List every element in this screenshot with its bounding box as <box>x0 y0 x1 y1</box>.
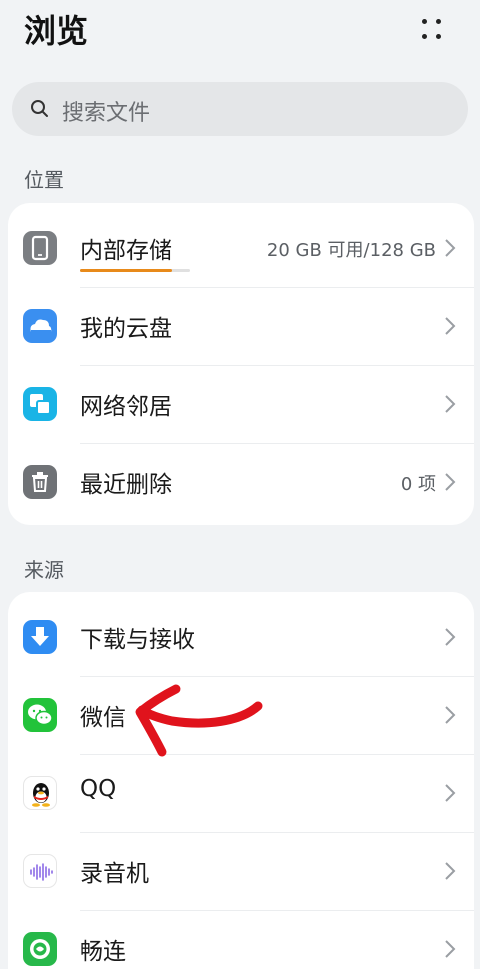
list-item-changlian[interactable]: 畅连 <box>8 910 474 969</box>
recorder-icon <box>23 854 57 888</box>
chevron-right-icon <box>445 628 456 646</box>
item-label: QQ <box>80 776 117 802</box>
chevron-right-icon <box>445 395 456 413</box>
section-label-location: 位置 <box>24 168 64 192</box>
location-card: 内部存储 20 GB 可用/128 GB 我的云盘 网络邻居 最近删除 0 项 <box>8 203 474 525</box>
chevron-right-icon <box>445 317 456 335</box>
page-title: 浏览 <box>24 12 89 50</box>
list-item-network-neighbor[interactable]: 网络邻居 <box>8 365 474 443</box>
item-label: 网络邻居 <box>80 394 172 420</box>
storage-progress-bar <box>80 269 190 272</box>
list-item-recently-deleted[interactable]: 最近删除 0 项 <box>8 443 474 521</box>
search-icon <box>31 100 48 117</box>
phone-storage-icon <box>23 231 57 265</box>
list-item-qq[interactable]: QQ <box>8 754 474 832</box>
storage-progress-fill <box>80 269 173 272</box>
section-label-sources: 来源 <box>24 558 64 582</box>
item-label: 下载与接收 <box>80 627 195 653</box>
search-input[interactable]: 搜索文件 <box>12 82 468 136</box>
item-label: 畅连 <box>80 939 126 965</box>
wechat-icon <box>23 698 57 732</box>
list-item-cloud-drive[interactable]: 我的云盘 <box>8 287 474 365</box>
chevron-right-icon <box>445 239 456 257</box>
item-label: 微信 <box>80 705 126 731</box>
changlian-icon <box>23 932 57 966</box>
qq-icon <box>23 776 57 810</box>
list-item-recorder[interactable]: 录音机 <box>8 832 474 910</box>
chevron-right-icon <box>445 706 456 724</box>
download-icon <box>23 620 57 654</box>
trash-icon <box>23 465 57 499</box>
item-value: 0 项 <box>400 474 436 495</box>
chevron-right-icon <box>445 784 456 802</box>
item-value: 20 GB 可用/128 GB <box>266 240 436 261</box>
more-dots-icon[interactable] <box>414 14 450 44</box>
chevron-right-icon <box>445 862 456 880</box>
list-item-wechat[interactable]: 微信 <box>8 676 474 754</box>
item-label: 最近删除 <box>80 472 172 498</box>
cloud-drive-icon <box>23 309 57 343</box>
search-placeholder: 搜索文件 <box>62 101 151 126</box>
header: 浏览 <box>0 0 480 70</box>
item-label: 我的云盘 <box>80 316 172 342</box>
chevron-right-icon <box>445 473 456 491</box>
item-label: 内部存储 <box>80 238 172 264</box>
network-neighbor-icon <box>23 387 57 421</box>
list-item-internal-storage[interactable]: 内部存储 20 GB 可用/128 GB <box>8 209 474 287</box>
chevron-right-icon <box>445 940 456 958</box>
list-item-downloads[interactable]: 下载与接收 <box>8 598 474 676</box>
item-label: 录音机 <box>80 861 149 887</box>
sources-card: 下载与接收 微信 QQ 录音机 畅连 <box>8 592 474 969</box>
